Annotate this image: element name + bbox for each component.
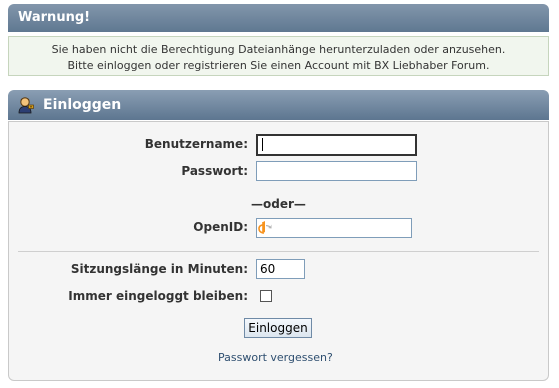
warning-line-1: Sie haben nicht die Berechtigung Dateian… [51, 43, 506, 56]
openid-icon [258, 221, 272, 234]
forgot-password-link[interactable]: Passwort vergessen? [218, 351, 333, 364]
warning-message: Sie haben nicht die Berechtigung Dateian… [8, 36, 549, 76]
session-length-input[interactable] [256, 259, 305, 279]
warning-header: Warnung! [8, 4, 549, 32]
remember-me-checkbox[interactable] [260, 290, 272, 302]
text-caret [262, 138, 263, 151]
login-header: Einloggen [8, 90, 549, 120]
form-divider [18, 251, 539, 252]
page: Warnung! Sie haben nicht die Berechtigun… [0, 0, 559, 388]
openid-input[interactable] [256, 218, 412, 238]
password-input[interactable] [256, 161, 417, 181]
warning-line-2: Bitte einloggen oder registrieren Sie ei… [67, 59, 490, 72]
login-submit-button[interactable]: Einloggen [244, 318, 312, 338]
username-label: Benutzername: [144, 137, 248, 151]
session-length-label: Sitzungslänge in Minuten: [70, 262, 248, 276]
or-separator: —oder— [251, 197, 306, 211]
username-input[interactable] [256, 134, 417, 156]
login-title: Einloggen [43, 97, 122, 113]
user-login-icon [18, 97, 34, 114]
password-label: Passwort: [181, 164, 248, 178]
warning-title: Warnung! [18, 10, 91, 25]
remember-me-label: Immer eingeloggt bleiben: [68, 289, 248, 303]
openid-label: OpenID: [193, 220, 248, 234]
